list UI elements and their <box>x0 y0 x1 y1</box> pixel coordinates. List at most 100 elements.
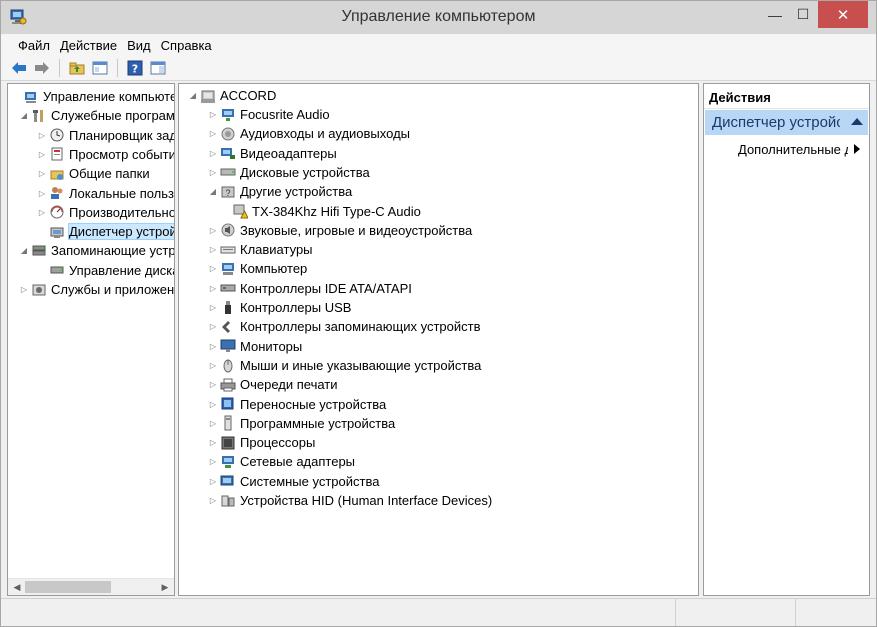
svg-text:?: ? <box>132 63 138 76</box>
expand-arrow-icon[interactable]: ▷ <box>207 284 219 293</box>
title-bar[interactable]: Управление компьютером — ☐ ✕ <box>1 1 876 34</box>
device-category[interactable]: ▷ Процессоры <box>207 433 315 452</box>
horizontal-scrollbar[interactable]: ◀ ▶ <box>8 578 174 595</box>
actions-section-device-manager[interactable]: Диспетчер устройств <box>705 110 868 135</box>
scrollbar-thumb[interactable] <box>25 581 111 593</box>
expand-arrow-icon[interactable]: ▷ <box>207 110 219 119</box>
console-tree-item[interactable]: ▷ Общие папки <box>36 164 150 183</box>
computer-management-icon <box>22 88 39 105</box>
expand-arrow-icon[interactable]: ▷ <box>207 361 219 370</box>
expand-arrow-icon[interactable]: ▷ <box>207 168 219 177</box>
console-tree-item[interactable]: ◢ Запоминающие устройства <box>18 241 174 260</box>
show-console-tree-button[interactable] <box>90 58 110 78</box>
device-category[interactable]: ▷ Программные устройства <box>207 414 395 433</box>
more-actions-item[interactable]: Дополнительные действия <box>738 142 848 157</box>
menu-view[interactable]: Вид <box>122 38 156 53</box>
expand-arrow-icon[interactable]: ▷ <box>207 245 219 254</box>
expand-arrow-icon[interactable]: ▷ <box>207 457 219 466</box>
device-category[interactable]: ▷ Устройства HID (Human Interface Devices… <box>207 491 492 510</box>
collapse-arrow-icon[interactable]: ◢ <box>18 111 30 120</box>
device-category[interactable]: ▷ Мониторы <box>207 337 302 356</box>
status-bar <box>1 598 876 626</box>
device-category[interactable]: ▷ Звуковые, игровые и видеоустройства <box>207 221 472 240</box>
expand-arrow-icon[interactable]: ▷ <box>36 208 48 217</box>
console-tree-item-label: Диспетчер устройств <box>67 223 174 241</box>
console-tree-pane[interactable]: Управление компьютером (локальным) ◢ Служе… <box>7 83 175 596</box>
software-device-icon <box>219 415 236 432</box>
device-category[interactable]: ▷ Видеоадаптеры <box>207 144 337 163</box>
expand-arrow-icon[interactable]: ▷ <box>207 496 219 505</box>
console-tree-item[interactable]: ▷ Локальные пользователи <box>36 184 174 203</box>
up-level-button[interactable] <box>67 58 87 78</box>
collapse-arrow-icon[interactable]: ◢ <box>207 187 219 196</box>
console-tree-item[interactable]: Диспетчер устройств <box>36 222 174 241</box>
device-category[interactable]: ▷ Аудиовходы и аудиовыходы <box>207 124 410 143</box>
expand-arrow-icon[interactable]: ▷ <box>207 226 219 235</box>
device-label: Очереди печати <box>240 377 338 393</box>
device-category[interactable]: ▷ Focusrite Audio <box>207 105 330 124</box>
expand-arrow-icon[interactable]: ▷ <box>207 438 219 447</box>
console-tree-item-label: Производительность <box>69 204 175 220</box>
device-tree-pane[interactable]: ◢ ACCORD ▷ Focusrite Audio ▷ Аудиовходы и а… <box>178 83 699 596</box>
expand-arrow-icon[interactable]: ▷ <box>207 149 219 158</box>
expand-arrow-icon[interactable]: ▷ <box>207 342 219 351</box>
device-category[interactable]: ▷ Контроллеры запоминающих устройств <box>207 317 481 336</box>
device-item[interactable]: TX-384Khz Hifi Type-C Audio <box>219 202 421 221</box>
show-action-pane-button[interactable] <box>148 58 168 78</box>
expand-arrow-icon[interactable]: ▷ <box>36 189 48 198</box>
collapse-caret-icon[interactable] <box>851 118 863 125</box>
close-button[interactable]: ✕ <box>818 1 868 28</box>
device-tree-root[interactable]: ◢ ACCORD <box>187 86 276 105</box>
help-button[interactable]: ? <box>125 58 145 78</box>
expand-arrow-icon[interactable]: ▷ <box>207 400 219 409</box>
expand-arrow-icon[interactable]: ▷ <box>18 285 30 294</box>
device-category[interactable]: ▷ Переносные устройства <box>207 395 386 414</box>
expand-arrow-icon[interactable]: ▷ <box>207 322 219 331</box>
expand-arrow-icon[interactable]: ▷ <box>207 419 219 428</box>
expand-arrow-icon[interactable]: ▷ <box>207 380 219 389</box>
device-category[interactable]: ▷ Сетевые адаптеры <box>207 452 355 471</box>
back-button[interactable] <box>9 58 29 78</box>
minimize-button[interactable]: — <box>761 1 789 28</box>
back-arrow-icon <box>12 62 26 74</box>
console-tree-item[interactable]: Управление компьютером (локальным) <box>10 87 174 106</box>
scroll-left-arrow-icon[interactable]: ◀ <box>9 580 25 595</box>
expand-arrow-icon[interactable]: ▷ <box>36 169 48 178</box>
device-category[interactable]: ▷ Контроллеры USB <box>207 298 352 317</box>
ide-controller-icon <box>219 280 236 297</box>
device-category[interactable]: ▷ Контроллеры IDE ATA/ATAPI <box>207 279 412 298</box>
device-category[interactable]: ▷ Системные устройства <box>207 472 380 491</box>
console-tree-item[interactable]: ▷ Производительность <box>36 203 175 222</box>
maximize-button[interactable]: ☐ <box>789 1 817 28</box>
expand-arrow-icon[interactable]: ▷ <box>207 264 219 273</box>
submenu-arrow-icon[interactable] <box>854 144 860 154</box>
unknown-device-icon: ? <box>219 183 236 200</box>
menu-action[interactable]: Действие <box>55 38 122 53</box>
console-tree-item[interactable]: Управление дисками <box>36 261 174 280</box>
device-category[interactable]: ▷ Дисковые устройства <box>207 163 370 182</box>
expand-arrow-icon[interactable]: ▷ <box>36 150 48 159</box>
monitor-icon <box>219 338 236 355</box>
device-category[interactable]: ▷ Очереди печати <box>207 375 338 394</box>
console-tree-item[interactable]: ▷ Службы и приложения <box>18 280 174 299</box>
console-tree-item[interactable]: ▷ Планировщик заданий <box>36 126 174 145</box>
expand-arrow-icon[interactable]: ▷ <box>36 131 48 140</box>
expand-arrow-icon[interactable]: ▷ <box>207 303 219 312</box>
menu-file[interactable]: Файл <box>13 38 55 53</box>
device-category[interactable]: ▷ Компьютер <box>207 259 307 278</box>
menu-help[interactable]: Справка <box>156 38 217 53</box>
disk-drive-icon <box>219 164 236 181</box>
expand-arrow-icon[interactable]: ▷ <box>207 129 219 138</box>
device-label: Компьютер <box>240 261 308 277</box>
console-tree-item[interactable]: ◢ Служебные программы <box>18 106 174 125</box>
forward-button[interactable] <box>32 58 52 78</box>
device-category[interactable]: ▷ Клавиатуры <box>207 240 313 259</box>
mouse-icon <box>219 357 236 374</box>
expand-arrow-icon[interactable]: ▷ <box>207 477 219 486</box>
device-category[interactable]: ◢? Другие устройства <box>207 182 352 201</box>
collapse-arrow-icon[interactable]: ◢ <box>18 246 30 255</box>
scroll-right-arrow-icon[interactable]: ▶ <box>157 580 173 595</box>
collapse-arrow-icon[interactable]: ◢ <box>187 91 199 100</box>
console-tree-item[interactable]: ▷ Просмотр событий <box>36 145 174 164</box>
device-category[interactable]: ▷ Мыши и иные указывающие устройства <box>207 356 481 375</box>
